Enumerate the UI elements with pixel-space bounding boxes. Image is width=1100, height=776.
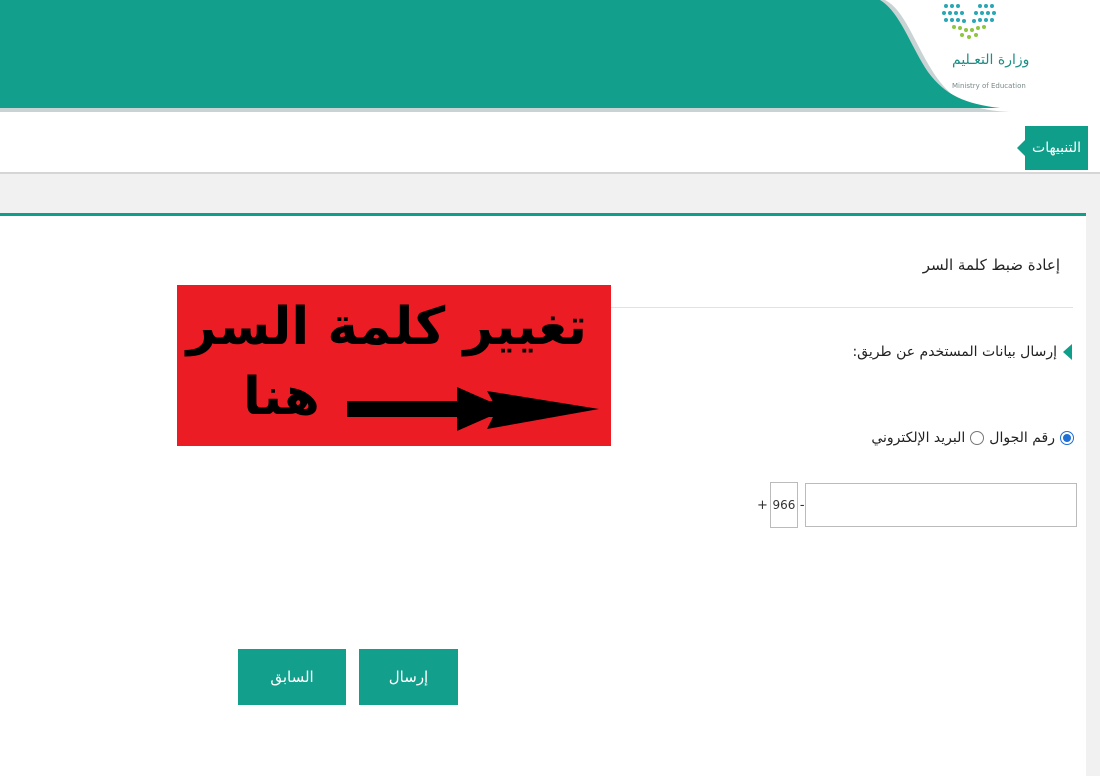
alerts-tab[interactable]: التنبيهات bbox=[1017, 126, 1088, 170]
banner-subheading: هنا bbox=[243, 367, 320, 427]
country-code: 966 bbox=[769, 482, 798, 528]
top-header: وزارة التعـليم Ministry of Education bbox=[0, 0, 1100, 112]
send-method-text: إرسال بيانات المستخدم عن طريق: bbox=[852, 344, 1057, 360]
radio-mobile[interactable] bbox=[1060, 431, 1074, 445]
phone-plus: + bbox=[757, 497, 768, 513]
logo-arabic-text: وزارة التعـليم bbox=[952, 52, 1030, 68]
logo-english-text: Ministry of Education bbox=[952, 82, 1026, 90]
divider bbox=[595, 307, 1073, 308]
radio-email[interactable] bbox=[970, 431, 985, 445]
send-button[interactable]: إرسال bbox=[359, 649, 458, 705]
alerts-bar bbox=[0, 112, 1100, 174]
send-method-label: إرسال بيانات المستخدم عن طريق: bbox=[852, 344, 1072, 360]
radio-email-label[interactable]: البريد الإلكتروني bbox=[871, 430, 965, 446]
header-wave bbox=[0, 0, 1100, 112]
page-title: إعادة ضبط كلمة السر bbox=[922, 256, 1060, 274]
banner-heading: تغيير كلمة السر bbox=[186, 297, 587, 357]
ministry-logo[interactable]: وزارة التعـليم Ministry of Education bbox=[940, 0, 1060, 100]
caret-left-icon bbox=[1063, 344, 1072, 360]
mobile-number-input[interactable] bbox=[804, 483, 1077, 527]
ministry-dots-logo-icon bbox=[942, 4, 996, 39]
method-radio-group: رقم الجوال البريد الإلكتروني bbox=[871, 430, 1074, 446]
previous-button[interactable]: السابق bbox=[238, 649, 346, 705]
overlay-banner: تغيير كلمة السر هنا bbox=[177, 285, 611, 446]
right-arrow-icon bbox=[347, 387, 599, 431]
radio-mobile-label[interactable]: رقم الجوال bbox=[989, 430, 1055, 446]
phone-field-group: + 966 - bbox=[757, 482, 1077, 528]
